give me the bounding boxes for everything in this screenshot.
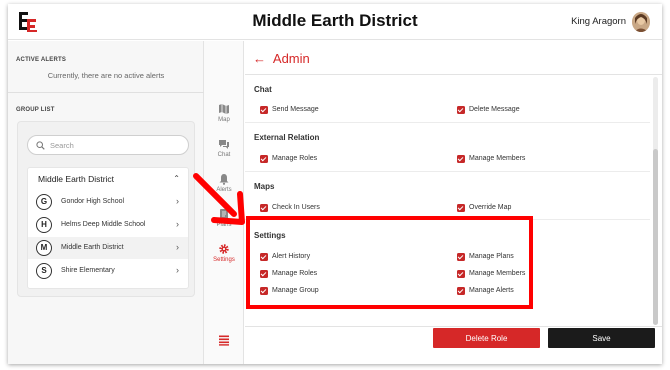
search-input[interactable] xyxy=(50,139,180,152)
school-initial-badge: M xyxy=(36,240,52,256)
school-name: Gondor High School xyxy=(61,198,125,205)
chevron-right-icon: › xyxy=(176,196,179,206)
page-title: Middle Earth District xyxy=(252,11,418,30)
group-list-heading: GROUP LIST xyxy=(16,107,55,113)
permission-label: Override Map xyxy=(469,203,512,211)
chevron-right-icon: › xyxy=(176,265,179,275)
district-header[interactable]: Middle Earth District ⌃ xyxy=(28,168,188,190)
nav-label: Settings xyxy=(213,257,235,263)
checkbox[interactable] xyxy=(457,204,465,212)
section-heading: Admin xyxy=(272,51,310,66)
app-window: Middle Earth District King Aragorn ACTIV… xyxy=(8,4,662,364)
group-list-card: Middle Earth District ⌃ G Gondor High Sc… xyxy=(17,121,195,297)
divider xyxy=(245,122,650,123)
school-initial-badge: H xyxy=(36,217,52,233)
district-name: Middle Earth District xyxy=(38,174,115,184)
school-initial-badge: S xyxy=(36,263,52,279)
user-name[interactable]: King Aragorn xyxy=(571,16,626,27)
delete-role-button[interactable]: Delete Role xyxy=(433,328,540,348)
no-alerts-message: Currently, there are no active alerts xyxy=(47,71,165,80)
active-alerts-heading: ACTIVE ALERTS xyxy=(16,57,67,63)
checkbox[interactable] xyxy=(260,106,268,114)
school-name: Helms Deep Middle School xyxy=(61,221,146,228)
nav-item-chat[interactable]: Chat xyxy=(204,136,244,164)
school-item-shire[interactable]: S Shire Elementary › xyxy=(28,260,188,282)
school-name: Middle Earth District xyxy=(61,244,124,251)
list-icon[interactable] xyxy=(218,334,230,346)
highlight-box xyxy=(246,216,533,309)
left-panel: ACTIVE ALERTS Currently, there are no ac… xyxy=(8,41,204,364)
checkbox[interactable] xyxy=(260,155,268,163)
divider xyxy=(245,326,662,327)
top-header: Middle Earth District King Aragorn xyxy=(8,4,662,40)
avatar-image-icon xyxy=(632,12,650,32)
divider xyxy=(8,92,204,93)
nav-label: Map xyxy=(218,117,230,123)
permission-label: Check In Users xyxy=(272,203,320,211)
chevron-up-icon[interactable]: ⌃ xyxy=(173,174,180,183)
scrollbar[interactable] xyxy=(653,77,658,325)
section-title-chat: Chat xyxy=(254,85,272,94)
divider xyxy=(245,74,662,75)
checkbox[interactable] xyxy=(457,155,465,163)
avatar[interactable] xyxy=(632,12,650,32)
checkbox[interactable] xyxy=(457,106,465,114)
pointer-arrow-icon xyxy=(193,173,245,225)
map-icon xyxy=(219,104,229,114)
divider xyxy=(245,171,650,172)
chevron-right-icon: › xyxy=(176,219,179,229)
school-name: Shire Elementary xyxy=(61,267,115,274)
school-initial-badge: G xyxy=(36,194,52,210)
back-arrow-icon[interactable]: ← xyxy=(253,51,266,66)
chat-icon xyxy=(219,140,229,149)
permission-label: Manage Members xyxy=(469,154,526,162)
chevron-right-icon: › xyxy=(176,242,179,252)
nav-label: Chat xyxy=(217,152,231,158)
school-item-helms-deep[interactable]: H Helms Deep Middle School › xyxy=(28,214,188,236)
search-box[interactable] xyxy=(27,135,189,155)
section-title-external-relation: External Relation xyxy=(254,133,320,142)
nav-item-map[interactable]: Map xyxy=(204,101,244,129)
scrollbar-thumb[interactable] xyxy=(653,149,658,325)
search-icon xyxy=(36,141,45,150)
district-list: Middle Earth District ⌃ G Gondor High Sc… xyxy=(27,167,189,289)
permission-label: Send Message xyxy=(272,105,319,113)
permission-label: Delete Message xyxy=(469,105,520,113)
school-item-gondor[interactable]: G Gondor High School › xyxy=(28,191,188,213)
main-panel: ← Admin Chat Send Message Delete Message… xyxy=(245,41,662,364)
save-button[interactable]: Save xyxy=(548,328,655,348)
checkbox[interactable] xyxy=(260,204,268,212)
school-item-middle-earth[interactable]: M Middle Earth District › xyxy=(28,237,188,259)
section-title-maps: Maps xyxy=(254,182,275,191)
nav-item-settings[interactable]: Settings xyxy=(204,241,244,269)
permission-label: Manage Roles xyxy=(272,154,318,162)
gear-icon xyxy=(219,244,229,254)
page-header: ← Admin xyxy=(253,51,310,66)
